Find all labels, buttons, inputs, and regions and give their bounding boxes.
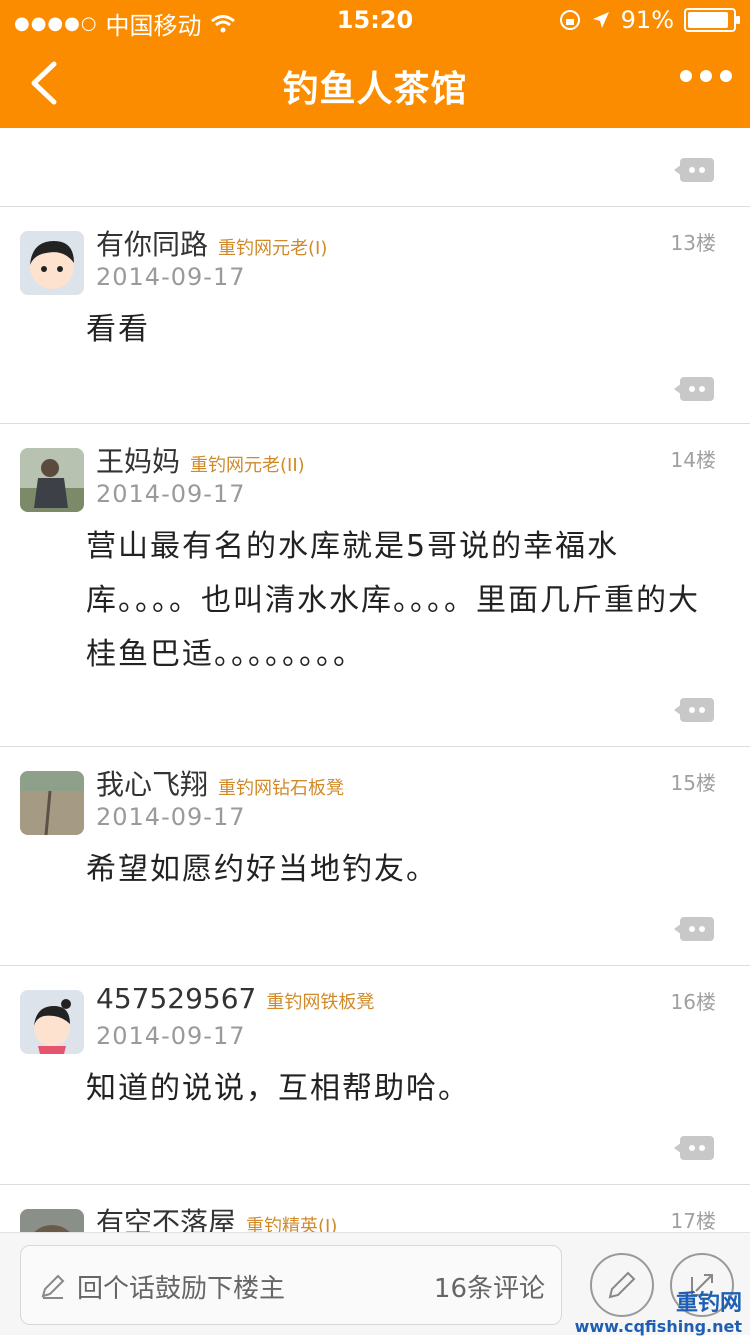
comment-icon[interactable] xyxy=(674,1136,714,1160)
previous-post-tail xyxy=(0,128,750,207)
reply-placeholder: 回个话鼓励下楼主 xyxy=(77,1274,286,1304)
thread-content: 有你同路 重钓网元老(I) 2014-09-17 13楼 看看 王妈妈 重钓网元老(… xyxy=(0,128,750,1232)
watermark-logo: 重钓网 www.cqfishing.net xyxy=(575,1285,742,1336)
user-rank-badge: 重钓网铁板凳 xyxy=(266,992,375,1013)
avatar[interactable] xyxy=(20,771,84,835)
location-icon xyxy=(592,12,609,28)
user-rank-badge: 重钓网元老(II) xyxy=(190,455,305,476)
bottom-bar: 回个话鼓励下楼主 16条评论 重钓网 www.cqfishing.net xyxy=(0,1232,750,1336)
floor-number: 14楼 xyxy=(670,448,716,472)
avatar[interactable] xyxy=(20,448,84,512)
avatar[interactable] xyxy=(20,1209,84,1232)
watermark-url: www.cqfishing.net xyxy=(574,1317,742,1336)
post-body: 营山最有名的水库就是5哥说的幸福水库。。。。也叫清水水库。。。。里面几斤重的大桂… xyxy=(86,529,700,672)
post-body: 希望如愿约好当地钓友。 xyxy=(86,852,438,887)
orientation-lock-icon xyxy=(559,10,580,30)
post-body: 知道的说说，互相帮助哈。 xyxy=(86,1071,470,1106)
post-16: 457529567 重钓网铁板凳 2014-09-17 16楼 知道的说说，互相帮… xyxy=(0,966,750,1185)
nav-bar: 钓鱼人茶馆 xyxy=(0,40,750,128)
battery-percent: 91% xyxy=(620,6,674,34)
author-name[interactable]: 457529567 xyxy=(96,982,256,1015)
comment-count[interactable]: 16条评论 xyxy=(434,1268,545,1305)
post-body: 看看 xyxy=(86,312,150,347)
pencil-icon xyxy=(41,1274,65,1299)
status-bar: ●●●●○ 中国移动 15:20 91% xyxy=(0,0,750,40)
comment-icon[interactable] xyxy=(674,377,714,401)
post-15: 我心飞翔 重钓网钻石板凳 2014-09-17 15楼 希望如愿约好当地钓友。 xyxy=(0,747,750,966)
author-name[interactable]: 我心飞翔 xyxy=(96,768,208,801)
post-date: 2014-09-17 xyxy=(96,803,246,831)
user-rank-badge: 重钓网元老(I) xyxy=(218,238,328,259)
more-options-icon[interactable] xyxy=(680,70,732,82)
author-name[interactable]: 有空不落屋 xyxy=(96,1206,236,1232)
comment-icon[interactable] xyxy=(674,917,714,941)
post-date: 2014-09-17 xyxy=(96,1022,246,1050)
post-13: 有你同路 重钓网元老(I) 2014-09-17 13楼 看看 xyxy=(0,207,750,424)
comment-icon[interactable] xyxy=(674,158,714,182)
watermark-brand: 重钓网 xyxy=(675,1291,742,1316)
post-17: 有空不落屋 重钓精英(I) 17楼 xyxy=(0,1185,750,1232)
reply-input[interactable]: 回个话鼓励下楼主 16条评论 xyxy=(20,1245,562,1325)
floor-number: 16楼 xyxy=(670,990,716,1014)
post-date: 2014-09-17 xyxy=(96,480,246,508)
top-bar: ●●●●○ 中国移动 15:20 91% 钓鱼人茶馆 xyxy=(0,0,750,128)
battery-icon xyxy=(684,8,740,32)
author-name[interactable]: 有你同路 xyxy=(96,228,208,261)
post-14: 王妈妈 重钓网元老(II) 2014-09-17 14楼 营山最有名的水库就是5哥… xyxy=(0,424,750,747)
floor-number: 15楼 xyxy=(670,771,716,795)
avatar[interactable] xyxy=(20,990,84,1054)
user-rank-badge: 重钓网钻石板凳 xyxy=(218,778,345,799)
page-title: 钓鱼人茶馆 xyxy=(282,69,468,110)
comment-icon[interactable] xyxy=(674,698,714,722)
post-date: 2014-09-17 xyxy=(96,263,246,291)
floor-number: 17楼 xyxy=(670,1209,716,1232)
user-rank-badge: 重钓精英(I) xyxy=(246,1216,338,1232)
author-name[interactable]: 王妈妈 xyxy=(96,445,180,478)
floor-number: 13楼 xyxy=(670,231,716,255)
avatar[interactable] xyxy=(20,231,84,295)
